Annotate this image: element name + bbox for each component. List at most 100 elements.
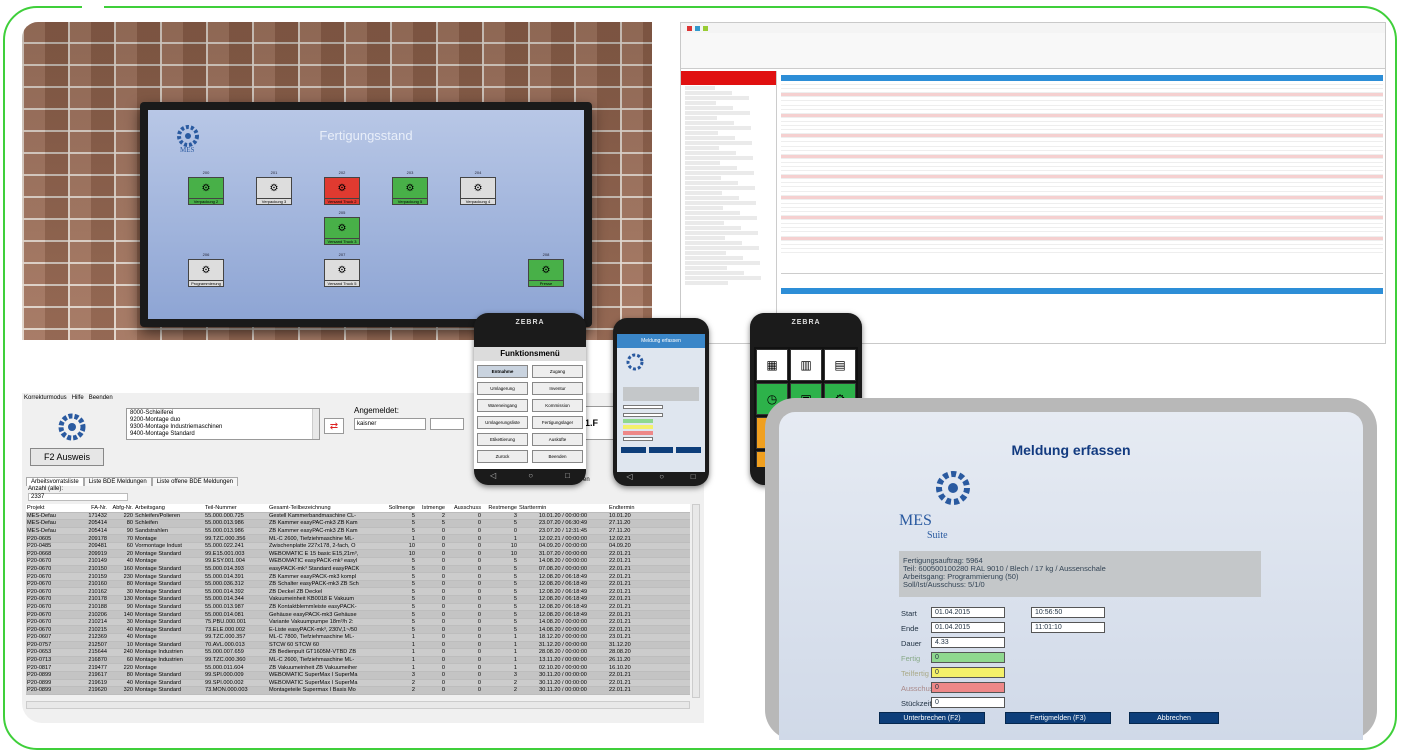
sidebar-item[interactable]	[685, 261, 760, 265]
menu-hilfe[interactable]: Hilfe	[72, 395, 84, 401]
sidebar-item[interactable]	[685, 271, 744, 275]
sidebar-item[interactable]	[685, 196, 739, 200]
tab-bde-meldungen[interactable]: Liste BDE Meldungen	[83, 477, 152, 486]
column-header[interactable]: FA-Nr.	[80, 504, 108, 513]
machine-tile[interactable]: 207 ⚙ Versand Truck 5	[324, 252, 360, 287]
shelf-icon[interactable]: ▦	[756, 349, 788, 381]
function-button[interactable]: Kommission	[532, 399, 583, 412]
sidebar-item[interactable]	[685, 96, 749, 100]
sidebar-item[interactable]	[685, 276, 761, 280]
table-row[interactable]: P20-0670 210160 80 Montage Standard 55.000.0…	[26, 580, 690, 589]
sidebar-item[interactable]	[685, 221, 724, 225]
column-header[interactable]: Istmenge	[416, 504, 446, 513]
sidebar-item[interactable]	[685, 201, 756, 205]
sidebar-item[interactable]	[685, 156, 753, 160]
table-row[interactable]: P20-0670 210149 40 Montage 99.ESY.001.004 WEB…	[26, 557, 690, 566]
recents-icon[interactable]: □	[565, 471, 570, 480]
ribbon-toolbar[interactable]	[681, 33, 1385, 69]
sidebar-item[interactable]	[685, 246, 759, 250]
back-icon[interactable]: ◁	[490, 471, 496, 480]
menu-korrekturmodus[interactable]: Korrekturmodus	[24, 395, 67, 401]
machine-tile[interactable]: 208 ⚙ Presse	[528, 252, 564, 287]
sidebar-item[interactable]	[685, 131, 718, 135]
sidebar-item[interactable]	[685, 241, 742, 245]
grid-row[interactable]	[781, 249, 1383, 253]
table-row[interactable]: P20-0607 212369 40 Montage 99.TZC.000.357 ML-…	[26, 633, 690, 642]
sidebar-item[interactable]	[685, 256, 743, 260]
pallet-icon[interactable]: ▤	[824, 349, 856, 381]
function-button[interactable]: Entnahme	[477, 365, 528, 378]
detail-grid[interactable]	[781, 273, 1383, 341]
sidebar-item[interactable]	[685, 101, 716, 105]
done-field[interactable]: 0	[931, 652, 1005, 663]
machine-tile[interactable]: 206 ⚙ Programmierung	[188, 252, 224, 287]
sidebar-item[interactable]	[685, 111, 750, 115]
sidebar-item[interactable]	[685, 236, 725, 240]
workplace-listbox[interactable]: 8000-Schleiferei 9200-Montage duo 9300-M…	[126, 408, 320, 440]
cancel-button[interactable]: Abbrechen	[1129, 712, 1219, 724]
sidebar-item[interactable]	[685, 206, 723, 210]
table-row[interactable]: P20-0670 210215 40 Montage Standard 73.ELE.0…	[26, 625, 690, 634]
table-row[interactable]: P20-0670 210150 160 Montage Standard 55.000.…	[26, 565, 690, 574]
table-row[interactable]: MES-Defau 205414 90 Sandstrahlen 55.000.013.…	[26, 527, 690, 536]
table-row[interactable]: P20-0670 210188 90 Montage Standard 55.000.0…	[26, 603, 690, 612]
sidebar-item[interactable]	[685, 171, 754, 175]
column-header[interactable]: Projekt	[26, 504, 80, 513]
table-row[interactable]: P20-0668 209919 20 Montage Standard 99.E15.0…	[26, 549, 690, 559]
partial-field[interactable]: 0	[931, 667, 1005, 678]
column-header[interactable]: Starttermin	[518, 504, 608, 513]
machine-tile[interactable]: 202 ⚙ Versand Truck 2	[324, 170, 360, 205]
column-header[interactable]: Arbeitsgang	[134, 504, 204, 513]
sidebar-item[interactable]	[685, 126, 751, 130]
table-row[interactable]: P20-0757 212507 10 Montage Standard 70.AVL.0…	[26, 641, 690, 650]
machine-tile[interactable]: 204 ⚙ Verpackung 4	[460, 170, 496, 205]
secondary-field[interactable]	[430, 418, 464, 430]
machine-tile[interactable]: 200 ⚙ Verpackung 2	[188, 170, 224, 205]
workplace-item[interactable]: 8000-Schleiferei	[130, 410, 316, 417]
table-row[interactable]: P20-0605 209178 70 Montage 99.TZC.000.356 ML-…	[26, 534, 690, 543]
sidebar-item[interactable]	[685, 91, 732, 95]
workplace-item[interactable]: 9400-Montage Standard	[130, 431, 316, 438]
table-row[interactable]: P20-0653 215644 240 Montage Industrien 55.00…	[26, 648, 690, 657]
menu-beenden[interactable]: Beenden	[89, 395, 113, 401]
table-row[interactable]: P20-0899 219620 320 Montage Standard 73.MON.…	[26, 686, 690, 695]
sidebar-item[interactable]	[685, 266, 727, 270]
sidebar-item[interactable]	[685, 281, 728, 285]
sidebar-item[interactable]	[685, 106, 733, 110]
sidebar-item[interactable]	[685, 161, 720, 165]
sidebar-item[interactable]	[685, 151, 736, 155]
table-row[interactable]: P20-0899 219617 80 Montage Standard 99.SPI.0…	[26, 671, 690, 680]
sidebar-item[interactable]	[685, 211, 740, 215]
column-header[interactable]: Teil-Nummer	[204, 504, 268, 513]
navigation-sidebar[interactable]	[681, 71, 777, 343]
end-date-field[interactable]: 01.04.2015	[931, 622, 1005, 633]
tab-arbeitsvorratsliste[interactable]: Arbeitsvorratsliste	[26, 477, 84, 486]
duration-field[interactable]: 4.33	[931, 637, 1005, 648]
table-horizontal-scrollbar[interactable]	[26, 701, 690, 709]
swap-icon[interactable]: ⇄	[324, 418, 344, 434]
sidebar-item[interactable]	[685, 176, 721, 180]
column-header[interactable]: Abfg-Nr.	[108, 504, 134, 513]
table-row[interactable]: P20-0670 210162 30 Montage Standard 55.000.0…	[26, 587, 690, 597]
sidebar-item[interactable]	[685, 216, 757, 220]
function-button[interactable]: Umlagerung	[477, 382, 528, 395]
table-row[interactable]: MES-Defau 171432 220 Schleifen/Polieren 55.0…	[26, 512, 690, 521]
function-button[interactable]: Inventur	[532, 382, 583, 395]
sidebar-item[interactable]	[685, 136, 735, 140]
sidebar-item[interactable]	[685, 166, 737, 170]
machine-tile[interactable]: 201 ⚙ Verpackung 3	[256, 170, 292, 205]
column-header[interactable]: Sollmenge	[376, 504, 416, 513]
table-row[interactable]: P20-0670 210178 130 Montage Standard 55.000.…	[26, 595, 690, 604]
table-row[interactable]: P20-0485 209481 60 Vormontage Indust 55.000.…	[26, 542, 690, 551]
sidebar-item[interactable]	[685, 191, 722, 195]
function-button[interactable]: Beenden	[532, 450, 583, 463]
work-queue-table[interactable]: Projekt FA-Nr. Abfg-Nr. Arbeitsgang Teil-Num…	[26, 504, 690, 695]
sidebar-item[interactable]	[685, 121, 734, 125]
function-button[interactable]: Wareneingang	[477, 399, 528, 412]
sidebar-item[interactable]	[685, 146, 719, 150]
sidebar-item[interactable]	[685, 226, 741, 230]
column-header[interactable]: Ausschuss	[446, 504, 482, 513]
table-row[interactable]: MES-Defau 205414 80 Schleifen 55.000.013.986…	[26, 519, 690, 528]
machine-tile[interactable]: 203 ⚙ Verpackung 5	[392, 170, 428, 205]
function-button[interactable]: Umlagerungsliste	[477, 416, 528, 429]
